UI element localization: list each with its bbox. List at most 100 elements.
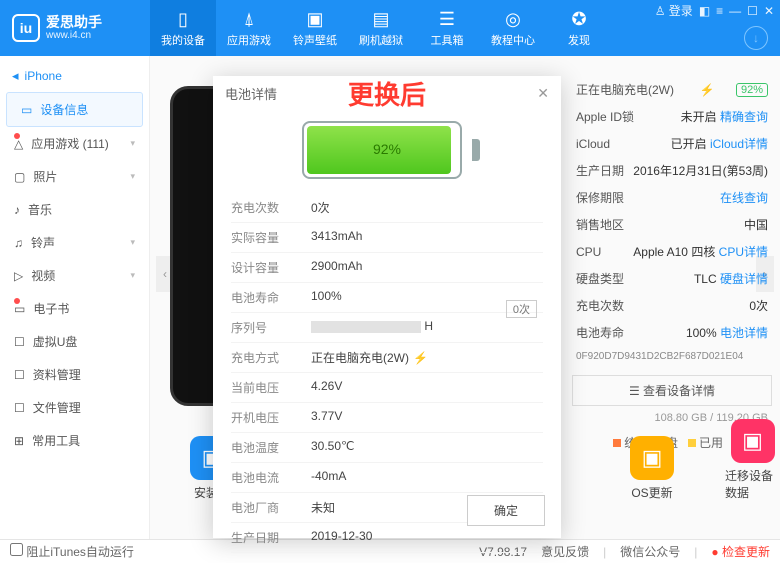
compass-icon: ✪ xyxy=(571,9,586,30)
sidebar-icon: △ xyxy=(14,137,23,151)
sidebar-item-0[interactable]: ▭设备信息 xyxy=(6,92,143,127)
view-device-details-button[interactable]: ☰ 查看设备详情 xyxy=(572,375,772,406)
action-button-2[interactable]: ▣迁移设备数据 xyxy=(725,419,780,501)
info-row: 生产日期2016年12月31日(第53周) xyxy=(572,157,772,184)
info-link[interactable]: 电池详情 xyxy=(720,326,768,340)
sidebar-label: 照片 xyxy=(33,168,57,185)
battery-row: 开机电压3.77V xyxy=(231,403,543,433)
brand-name: 爱思助手 xyxy=(46,14,102,31)
sidebar-icon: ☐ xyxy=(14,401,25,415)
device-info-panel: 正在电脑充电(2W) ⚡ 92% Apple ID锁未开启 精确查询iCloud… xyxy=(572,76,772,455)
book-icon: ◎ xyxy=(505,9,521,30)
sidebar-item-6[interactable]: ▭电子书 xyxy=(0,292,149,325)
info-link[interactable]: 在线查询 xyxy=(720,191,768,205)
sidebar-label: 音乐 xyxy=(28,201,52,218)
info-row: 销售地区中国 xyxy=(572,211,772,238)
nav-toolbox[interactable]: ☰工具箱 xyxy=(414,0,480,56)
sidebar-label: 铃声 xyxy=(31,234,55,251)
ok-button[interactable]: 确定 xyxy=(467,495,545,526)
info-row: iCloud已开启 iCloud详情 xyxy=(572,130,772,157)
battery-row: 序列号 H xyxy=(231,313,543,343)
sidebar-item-8[interactable]: ☐ 资料管理 xyxy=(0,358,149,391)
info-link[interactable]: 硬盘详情 xyxy=(720,272,768,286)
sidebar-icon: ☐ xyxy=(14,368,25,382)
nav-flash[interactable]: ▤刷机越狱 xyxy=(348,0,414,56)
close-icon[interactable]: ✕ xyxy=(764,4,774,18)
music-icon: ▣ xyxy=(306,9,323,30)
nav-apps[interactable]: ⍋应用游戏 xyxy=(216,0,282,56)
sidebar-item-1[interactable]: △应用游戏 (111)▾ xyxy=(0,127,149,160)
brand-logo: iu 爱思助手 www.i4.cn xyxy=(0,0,150,56)
sidebar-icon: ▷ xyxy=(14,269,23,283)
battery-row: 设计容量2900mAh xyxy=(231,253,543,283)
check-update-link[interactable]: ● 检查更新 xyxy=(711,543,770,560)
skin-icon[interactable]: ◧ xyxy=(699,4,710,18)
udid-value: 0F920D7D9431D2CB2F687D021E04 xyxy=(576,351,743,362)
battery-row: 充电次数0次 xyxy=(231,193,543,223)
action-icon: ▣ xyxy=(630,436,674,480)
sidebar-icon: ☐ xyxy=(14,335,25,349)
sidebar-device-head[interactable]: ◂ iPhone xyxy=(0,60,149,92)
bolt-icon: ⚡ xyxy=(413,351,428,365)
apps-icon: ⍋ xyxy=(244,9,255,30)
block-itunes-checkbox[interactable]: 阻止iTunes自动运行 xyxy=(10,543,134,560)
battery-graphic: 92% xyxy=(302,121,472,179)
brush-icon: ▤ xyxy=(372,9,389,30)
battery-row: 电池温度30.50℃ xyxy=(231,433,543,463)
charge-status: 正在电脑充电(2W) xyxy=(576,81,674,98)
info-link[interactable]: 精确查询 xyxy=(720,110,768,124)
sidebar-icon: ▭ xyxy=(21,103,32,117)
battery-pct: 92% xyxy=(302,141,472,157)
bolt-icon: ⚡ xyxy=(700,83,715,97)
sidebar-item-9[interactable]: ☐文件管理 xyxy=(0,391,149,424)
serial-mask xyxy=(311,321,421,333)
sidebar-item-5[interactable]: ▷视频▾ xyxy=(0,259,149,292)
nav-discover[interactable]: ✪发现 xyxy=(546,0,612,56)
sidebar-icon: ▢ xyxy=(14,170,25,184)
info-row: 硬盘类型TLC 硬盘详情 xyxy=(572,265,772,292)
sidebar-item-3[interactable]: ♪ 音乐 xyxy=(0,193,149,226)
phone-icon: ▯ xyxy=(178,9,188,30)
charge-pct-badge: 92% xyxy=(736,83,768,97)
info-row: Apple ID锁未开启 精确查询 xyxy=(572,103,772,130)
modal-title: 电池详情 xyxy=(225,84,277,103)
sidebar-icon: ♪ xyxy=(14,203,20,217)
modal-close-icon[interactable]: ✕ xyxy=(537,85,549,102)
sidebar-label: 视频 xyxy=(31,267,55,284)
wechat-link[interactable]: 微信公众号 xyxy=(620,543,680,560)
nav-my-device[interactable]: ▯我的设备 xyxy=(150,0,216,56)
info-link[interactable]: CPU详情 xyxy=(719,245,768,259)
battery-row: 充电方式正在电脑充电(2W)⚡ xyxy=(231,343,543,373)
menu-icon[interactable]: ≡ xyxy=(716,4,723,18)
action-button-1[interactable]: ▣ OS更新 xyxy=(630,436,674,501)
sidebar-item-2[interactable]: ▢照片▾ xyxy=(0,160,149,193)
battery-row: 电池寿命100% xyxy=(231,283,543,313)
sidebar-item-10[interactable]: ⊞常用工具 xyxy=(0,424,149,457)
nav-ringtone[interactable]: ▣铃声壁纸 xyxy=(282,0,348,56)
action-label: OS更新 xyxy=(631,484,672,501)
battery-row: 生产日期2019-12-30 xyxy=(231,523,543,553)
sidebar: ◂ iPhone ▭设备信息△应用游戏 (111)▾▢照片▾♪音乐♫铃声▾▷视频… xyxy=(0,56,150,539)
modal-banner: 更换后 xyxy=(348,75,426,112)
minimize-icon[interactable]: ― xyxy=(729,4,741,18)
brand-site: www.i4.cn xyxy=(46,30,102,42)
battery-row: 电池电流-40mA xyxy=(231,463,543,493)
sidebar-icon: ▭ xyxy=(14,302,25,316)
info-link[interactable]: iCloud详情 xyxy=(710,137,768,151)
info-row: 充电次数0次 xyxy=(572,292,772,319)
app-header: iu 爱思助手 www.i4.cn ▯我的设备 ⍋应用游戏 ▣铃声壁纸 ▤刷机越… xyxy=(0,0,780,56)
nav-tutorial[interactable]: ◎教程中心 xyxy=(480,0,546,56)
cycle-tag: 0次 xyxy=(506,300,537,318)
info-row: CPUApple A10 四核 CPU详情 xyxy=(572,238,772,265)
sidebar-item-4[interactable]: ♫铃声▾ xyxy=(0,226,149,259)
login-link[interactable]: ♙ 登录 xyxy=(655,2,693,19)
sidebar-item-7[interactable]: ☐ 虚拟U盘 xyxy=(0,325,149,358)
download-badge-icon[interactable]: ↓ xyxy=(744,26,768,50)
sidebar-label: 资料管理 xyxy=(33,366,81,383)
action-icon: ▣ xyxy=(731,419,775,463)
battery-row: 实际容量3413mAh xyxy=(231,223,543,253)
sidebar-icon: ♫ xyxy=(14,236,23,250)
maximize-icon[interactable]: ☐ xyxy=(747,4,758,18)
sidebar-label: 虚拟U盘 xyxy=(33,333,78,350)
info-row: 电池寿命100% 电池详情 xyxy=(572,319,772,346)
